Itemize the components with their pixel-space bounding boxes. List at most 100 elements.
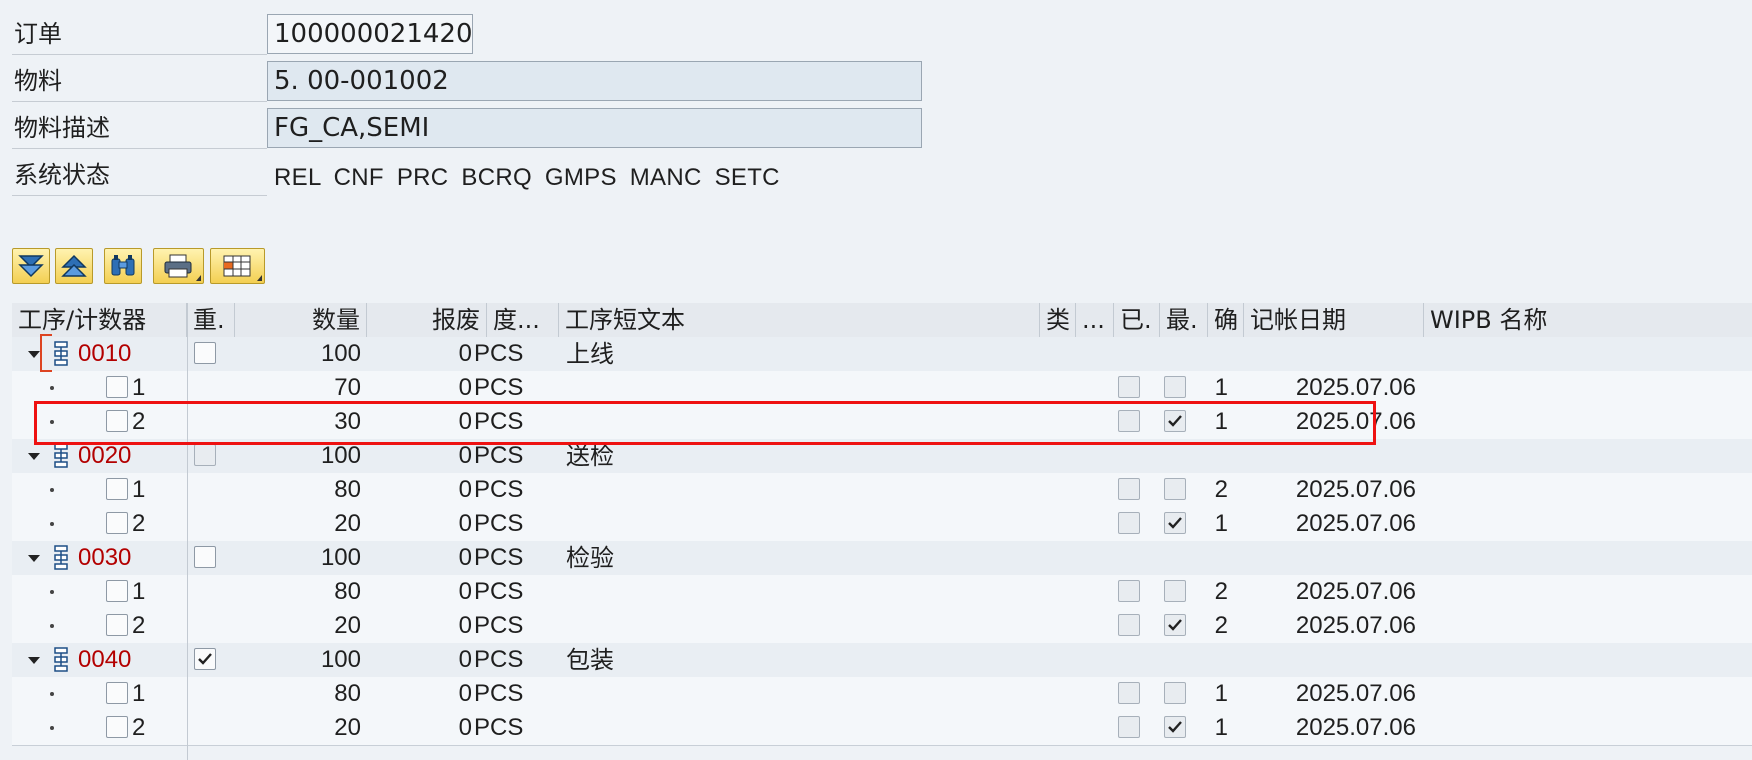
completed-checkbox[interactable] — [1118, 580, 1140, 602]
posting-date-value: 2025.07.06 — [1295, 374, 1416, 401]
final-confirmation-checkbox[interactable] — [1164, 580, 1186, 602]
expand-arrow-icon[interactable] — [28, 351, 40, 358]
col-confirmation[interactable]: 确 — [1208, 303, 1244, 337]
col-completed[interactable]: 已. — [1114, 303, 1160, 337]
counter-row[interactable]: 1 80 0 PCS 2 2025.07.06 — [12, 575, 1752, 610]
collapse-all-button[interactable] — [55, 248, 93, 284]
quantity-value: 100 — [320, 544, 361, 571]
column-divider — [187, 303, 188, 760]
posting-date-value: 2025.07.06 — [1295, 510, 1416, 537]
counter-row[interactable]: 2 20 0 PCS 1 2025.07.06 — [12, 711, 1752, 746]
col-rework[interactable]: 重. — [187, 303, 235, 337]
find-button[interactable] — [104, 248, 142, 284]
counter-number: 2 — [132, 714, 146, 741]
unit-value: PCS — [474, 374, 524, 401]
unit-value: PCS — [474, 544, 524, 571]
counter-select-checkbox[interactable] — [106, 512, 128, 534]
final-confirmation-checkbox[interactable] — [1164, 478, 1186, 500]
counter-row[interactable]: 1 80 0 PCS 2 2025.07.06 — [12, 473, 1752, 508]
completed-checkbox[interactable] — [1118, 478, 1140, 500]
final-confirmation-checkbox[interactable] — [1164, 512, 1186, 534]
counter-number: 1 — [132, 578, 146, 605]
counter-select-checkbox[interactable] — [106, 716, 128, 738]
scrap-value: 0 — [458, 340, 472, 367]
posting-date-value: 2025.07.06 — [1295, 714, 1416, 741]
completed-checkbox[interactable] — [1118, 410, 1140, 432]
completed-checkbox[interactable] — [1118, 716, 1140, 738]
confirmation-value: 2 — [1214, 476, 1228, 503]
tree-dot-icon — [50, 726, 54, 730]
completed-checkbox[interactable] — [1118, 682, 1140, 704]
operation-short-text: 上线 — [566, 340, 614, 368]
completed-checkbox[interactable] — [1118, 614, 1140, 636]
posting-date-value: 2025.07.06 — [1295, 476, 1416, 503]
col-scrap[interactable]: 报废 — [367, 303, 487, 337]
scrap-value: 0 — [458, 714, 472, 741]
layout-button[interactable] — [210, 248, 265, 284]
tree-dot-icon — [50, 692, 54, 696]
order-field[interactable]: 100000021420 — [267, 14, 473, 54]
col-operation-counter[interactable]: 工序/计数器 — [12, 303, 187, 337]
material-desc-label: 物料描述 — [12, 108, 267, 149]
col-wipb-name[interactable]: WIPB 名称 — [1424, 303, 1752, 337]
col-short-text[interactable]: 工序短文本 — [559, 303, 1040, 337]
unit-value: PCS — [474, 680, 524, 707]
scrap-value: 0 — [458, 374, 472, 401]
expand-arrow-icon[interactable] — [28, 657, 40, 664]
col-more[interactable]: ... — [1076, 303, 1114, 337]
counter-row[interactable]: 2 20 0 PCS 1 2025.07.06 — [12, 507, 1752, 542]
rework-checkbox[interactable] — [194, 546, 216, 568]
dropdown-indicator-icon — [196, 275, 201, 281]
completed-checkbox[interactable] — [1118, 512, 1140, 534]
operation-row[interactable]: 0040 100 0 PCS 包装 — [12, 643, 1752, 678]
counter-row[interactable]: 2 20 0 PCS 2 2025.07.06 — [12, 609, 1752, 644]
quantity-value: 80 — [334, 578, 361, 605]
counter-row[interactable]: 1 70 0 PCS 1 2025.07.06 — [12, 371, 1752, 406]
rework-checkbox[interactable] — [194, 648, 216, 670]
tree-dot-icon — [50, 624, 54, 628]
operation-row[interactable]: 0020 100 0 PCS 送检 — [12, 439, 1752, 474]
quantity-value: 80 — [334, 680, 361, 707]
counter-select-checkbox[interactable] — [106, 410, 128, 432]
final-confirmation-checkbox[interactable] — [1164, 376, 1186, 398]
col-posting-date[interactable]: 记帐日期 — [1244, 303, 1424, 337]
completed-checkbox[interactable] — [1118, 376, 1140, 398]
print-button[interactable] — [153, 248, 204, 284]
expand-all-button[interactable] — [12, 248, 50, 284]
operation-row[interactable]: 0010 100 0 PCS 上线 — [12, 337, 1752, 372]
quantity-value: 20 — [334, 612, 361, 639]
counter-row[interactable]: 2 30 0 PCS 1 2025.07.06 — [12, 405, 1752, 440]
dropdown-indicator-icon — [257, 275, 262, 281]
counter-select-checkbox[interactable] — [106, 376, 128, 398]
counter-select-checkbox[interactable] — [106, 580, 128, 602]
final-confirmation-checkbox[interactable] — [1164, 716, 1186, 738]
posting-date-value: 2025.07.06 — [1295, 612, 1416, 639]
col-type[interactable]: 类 — [1040, 303, 1076, 337]
operation-node-icon — [54, 443, 68, 468]
col-quantity[interactable]: 数量 — [235, 303, 367, 337]
counter-select-checkbox[interactable] — [106, 478, 128, 500]
system-status-value: REL CNF PRC BCRQ GMPS MANC SETC — [274, 164, 780, 191]
final-confirmation-checkbox[interactable] — [1164, 682, 1186, 704]
quantity-value: 100 — [320, 646, 361, 673]
quantity-value: 20 — [334, 714, 361, 741]
col-unit[interactable]: 度... — [487, 303, 559, 337]
rework-checkbox[interactable] — [194, 444, 216, 466]
confirmation-value: 2 — [1214, 612, 1228, 639]
final-confirmation-checkbox[interactable] — [1164, 410, 1186, 432]
counter-select-checkbox[interactable] — [106, 614, 128, 636]
quantity-value: 20 — [334, 510, 361, 537]
rework-checkbox[interactable] — [194, 342, 216, 364]
expand-arrow-icon[interactable] — [28, 453, 40, 460]
material-desc-field[interactable]: FG_CA,SEMI — [267, 108, 922, 148]
counter-row[interactable]: 1 80 0 PCS 1 2025.07.06 — [12, 677, 1752, 712]
col-final[interactable]: 最. — [1160, 303, 1208, 337]
expand-arrow-icon[interactable] — [28, 555, 40, 562]
material-field[interactable]: 5. 00-001002 — [267, 61, 922, 101]
operation-number: 0040 — [78, 646, 132, 673]
operation-row[interactable]: 0030 100 0 PCS 检验 — [12, 541, 1752, 576]
operation-node-icon — [54, 341, 68, 366]
posting-date-value: 2025.07.06 — [1295, 680, 1416, 707]
counter-select-checkbox[interactable] — [106, 682, 128, 704]
final-confirmation-checkbox[interactable] — [1164, 614, 1186, 636]
